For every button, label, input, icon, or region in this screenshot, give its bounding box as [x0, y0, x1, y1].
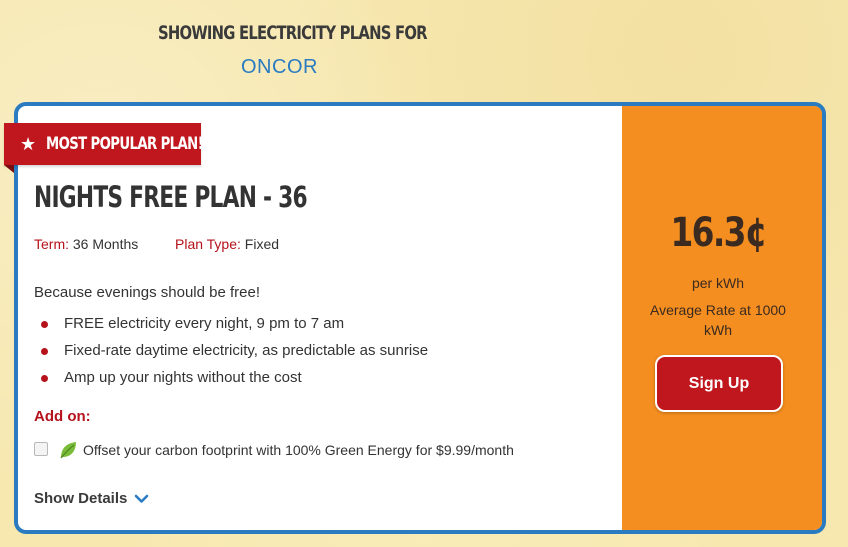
- feature-list: FREE electricity every night, 9 pm to 7 …: [40, 313, 428, 394]
- header-title: SHOWING ELECTRICITY PLANS FOR: [158, 22, 428, 44]
- show-details-link[interactable]: Show Details: [34, 490, 149, 507]
- sign-up-button[interactable]: Sign Up: [655, 355, 783, 412]
- list-item: FREE electricity every night, 9 pm to 7 …: [40, 313, 428, 340]
- badge-label: MOST POPULAR PLAN!: [46, 134, 204, 154]
- term-label: Term:: [34, 236, 69, 252]
- addon-text: Offset your carbon footprint with 100% G…: [83, 442, 514, 458]
- most-popular-badge: ★ MOST POPULAR PLAN!: [4, 123, 204, 173]
- list-item: Fixed-rate daytime electricity, as predi…: [40, 340, 428, 367]
- utility-name: ONCOR: [241, 56, 318, 78]
- rate-note: Average Rate at 1000 kWh: [650, 302, 786, 338]
- show-details-label: Show Details: [34, 490, 128, 507]
- leaf-icon: [60, 442, 76, 459]
- plan-type-value: Fixed: [244, 236, 280, 252]
- green-energy-addon: Offset your carbon footprint with 100% G…: [34, 440, 514, 460]
- term-value: 36 Months: [72, 236, 139, 252]
- plan-type: Plan Type: Fixed: [175, 236, 279, 252]
- star-icon: ★: [20, 134, 37, 154]
- rate-unit: per kWh: [691, 275, 745, 291]
- chevron-down-icon: [135, 494, 149, 503]
- list-item: Amp up your nights without the cost: [40, 367, 428, 394]
- addon-label: Add on:: [34, 408, 91, 425]
- plan-type-label: Plan Type:: [175, 236, 241, 252]
- plan-description: Because evenings should be free!: [34, 284, 260, 301]
- green-energy-checkbox[interactable]: [34, 442, 48, 456]
- rate-text: 16.3¢: [670, 210, 767, 256]
- rate-value: 16.3¢: [640, 210, 796, 256]
- plan-term: Term: 36 Months: [34, 236, 138, 252]
- plan-title: NIGHTS FREE PLAN - 36: [34, 180, 308, 214]
